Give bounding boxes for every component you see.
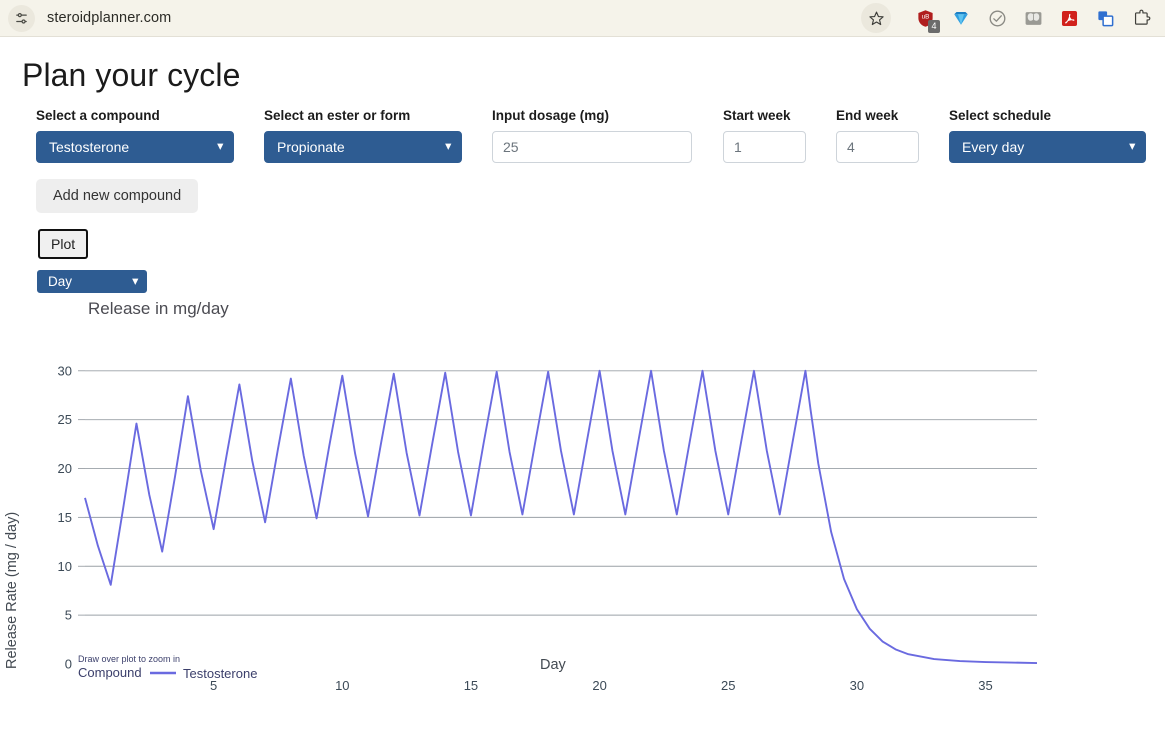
adobe-pdf-icon[interactable]	[1055, 3, 1083, 33]
site-settings-icon[interactable]	[8, 5, 35, 32]
svg-text:25: 25	[58, 412, 72, 427]
y-axis-title: Release Rate (mg / day)	[4, 512, 20, 669]
x-axis-ticks: 5101520253035	[210, 678, 993, 693]
compound-field-group: Select a compound Testosterone ▾	[36, 108, 264, 163]
add-new-compound-button[interactable]: Add new compound	[36, 179, 198, 213]
ublock-badge-count: 4	[928, 20, 940, 33]
dosage-input[interactable]	[492, 131, 692, 163]
svg-text:35: 35	[978, 678, 992, 693]
ublock-shield-icon[interactable]: uB 4	[911, 3, 939, 33]
actions-area: Add new compound Plot Day ▾	[0, 163, 1165, 293]
release-chart[interactable]: Release in mg/day 051015202530 510152025…	[0, 299, 1165, 719]
dosage-field-group: Input dosage (mg)	[492, 108, 723, 163]
y-axis-ticks: 0 5 10 15 20 25 30	[58, 363, 72, 671]
svg-text:10: 10	[58, 559, 72, 574]
x-axis-title: Day	[540, 657, 567, 673]
compound-label: Select a compound	[36, 108, 264, 123]
ester-field-group: Select an ester or form Propionate ▾	[264, 108, 492, 163]
extensions-puzzle-icon[interactable]	[1127, 3, 1155, 33]
schedule-field-group: Select schedule Every day ▾	[949, 108, 1146, 163]
window-copy-icon[interactable]	[1091, 3, 1119, 33]
compound-select[interactable]: Testosterone	[36, 131, 234, 163]
svg-text:30: 30	[850, 678, 864, 693]
svg-text:20: 20	[592, 678, 606, 693]
start-week-field-group: Start week	[723, 108, 836, 163]
end-week-field-group: End week	[836, 108, 949, 163]
chart-svg[interactable]: 0 5 10 15 20 25 30 5 10 15 20 25 30 35 Release Rate …	[0, 299, 1165, 719]
dosage-label: Input dosage (mg)	[492, 108, 723, 123]
end-week-label: End week	[836, 108, 949, 123]
svg-text:25: 25	[721, 678, 735, 693]
compound-controls-row: Select a compound Testosterone ▾ Select …	[0, 94, 1165, 163]
plot-button[interactable]: Plot	[38, 229, 88, 259]
chart-gridlines	[78, 371, 1037, 615]
svg-text:10: 10	[335, 678, 349, 693]
start-week-input[interactable]	[723, 131, 806, 163]
svg-text:uB: uB	[921, 13, 929, 20]
svg-text:15: 15	[58, 510, 72, 525]
page-title: Plan your cycle	[0, 37, 1165, 94]
address-bar-url[interactable]: steroidplanner.com	[47, 10, 861, 26]
time-unit-select-wrap: Day ▾	[37, 270, 147, 293]
end-week-input[interactable]	[836, 131, 919, 163]
ester-label: Select an ester or form	[264, 108, 492, 123]
series-line-testosterone	[85, 371, 1037, 663]
app-page: Plan your cycle Select a compound Testos…	[0, 37, 1165, 733]
legend-title: Compound	[78, 665, 142, 680]
check-circle-icon[interactable]	[983, 3, 1011, 33]
start-week-label: Start week	[723, 108, 836, 123]
schedule-select[interactable]: Every day	[949, 131, 1146, 163]
svg-text:5: 5	[65, 608, 72, 623]
ester-select[interactable]: Propionate	[264, 131, 462, 163]
svg-text:0: 0	[65, 657, 72, 672]
browser-toolbar: steroidplanner.com uB 4	[0, 0, 1165, 37]
star-icon[interactable]	[861, 3, 891, 33]
blue-diamond-icon[interactable]	[947, 3, 975, 33]
butterfly-icon[interactable]	[1019, 3, 1047, 33]
svg-text:20: 20	[58, 461, 72, 476]
svg-text:15: 15	[464, 678, 478, 693]
schedule-label: Select schedule	[949, 108, 1146, 123]
time-unit-select[interactable]: Day	[37, 270, 147, 293]
legend-label-testosterone: Testosterone	[183, 666, 257, 681]
svg-text:30: 30	[58, 363, 72, 378]
zoom-hint-text: Draw over plot to zoom in	[78, 654, 180, 664]
